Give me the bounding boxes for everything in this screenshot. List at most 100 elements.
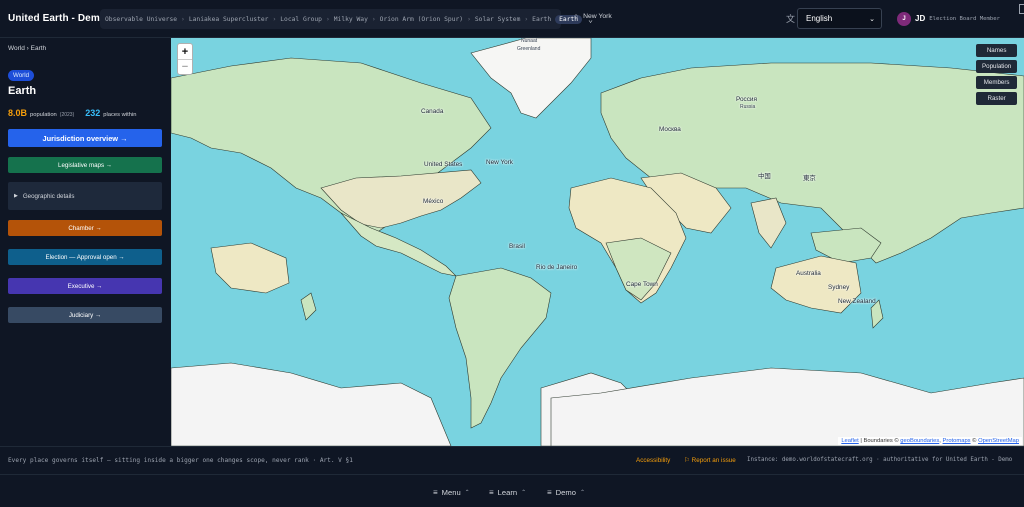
zoom-control: + − (177, 43, 193, 75)
geographic-details-label: Geographic details (22, 192, 75, 200)
jurisdiction-title: Earth (8, 85, 37, 97)
accessibility-link[interactable]: Accessibility (636, 457, 670, 464)
population-label: population (30, 112, 57, 118)
india-region (750, 197, 787, 249)
chevron-down-icon: ⌄ (869, 15, 875, 23)
places-value: 232 (85, 108, 101, 118)
layer-buttons: Names Population Members Raster (976, 44, 1018, 105)
avatar: J (897, 11, 911, 26)
map-label-united-states: United States (424, 161, 463, 168)
map-label-greenland: Greenland (517, 46, 541, 52)
app-title[interactable]: United Earth - Demo (8, 13, 106, 24)
map-label-brasil: Brasil (509, 243, 525, 250)
user-initials: JD (915, 14, 926, 23)
sidebar: World › Earth World Earth 8.0B populatio… (0, 38, 171, 446)
map-label-mexico: México (423, 198, 444, 205)
legislative-maps-button[interactable]: Legislative maps → (8, 157, 162, 173)
judiciary-button[interactable]: Judiciary → (8, 307, 162, 323)
places-label: places within (103, 112, 137, 118)
map-label-china: 中国 (758, 173, 771, 180)
breadcrumb: Observable Universe › Laniakea Superclust… (100, 9, 593, 29)
breadcrumb-separator: › (325, 15, 330, 23)
home-icon: ⌂ (574, 13, 579, 20)
breadcrumb-separator: › (524, 15, 529, 23)
chevron-up-icon: ⌃ (464, 490, 470, 496)
breadcrumb-item[interactable]: Observable Universe (105, 16, 177, 23)
learn-label: Learn (497, 488, 518, 497)
layer-names-button[interactable]: Names (976, 44, 1018, 57)
user-role: Election Board Member (929, 15, 1000, 22)
australia-west-landmass (210, 242, 290, 294)
sidebar-breadcrumb[interactable]: World › Earth (8, 45, 46, 52)
geographic-details-toggle[interactable]: ▶ Geographic details (8, 182, 162, 210)
learn-button[interactable]: ≡ Learn ⌃ (489, 488, 526, 497)
zoom-out-button[interactable]: − (178, 59, 192, 74)
breadcrumb-separator: › (371, 15, 376, 23)
breadcrumb-item[interactable]: Laniakea Supercluster (189, 16, 269, 23)
world-map[interactable]: Nunaat Greenland Canada United States Ne… (171, 38, 1024, 446)
map-label-rio: Rio de Janeiro (536, 264, 578, 271)
menu-button[interactable]: ≡ Menu ⌃ (433, 488, 470, 497)
report-issue-link[interactable]: ⚐ Report an issue (684, 457, 736, 464)
top-bar: United Earth - Demo Observable Universe ›… (0, 0, 1024, 38)
protomaps-link[interactable]: Protomaps (943, 438, 971, 444)
breadcrumb-separator: › (181, 15, 185, 23)
jurisdiction-overview-button[interactable]: Jurisdiction overview → (8, 129, 162, 147)
map-label-australia: Australia (796, 270, 821, 277)
antarctica-east-landmass (550, 367, 1024, 446)
menu-label: Menu (441, 488, 461, 497)
election-button[interactable]: Election — Approval open → (8, 249, 162, 265)
population-year: (2023) (59, 112, 75, 118)
antarctica-landmass (171, 362, 452, 446)
boundaries-text: | Boundaries © (860, 438, 899, 444)
language-select[interactable]: English ⌄ (797, 8, 882, 29)
level-badge: World (8, 70, 35, 81)
breadcrumb-item[interactable]: Earth (532, 16, 551, 23)
instance-info: Instance: demo.worldofstatecraft.org · a… (747, 457, 1013, 463)
breadcrumb-item[interactable]: Orion Arm (Orion Spur) (380, 16, 463, 23)
map-label-nz: New Zealand (838, 298, 876, 305)
leaflet-link[interactable]: Leaflet (841, 438, 858, 444)
user-menu[interactable]: J JD Election Board Member (897, 9, 1009, 28)
flag-icon: ⚐ (684, 457, 690, 464)
executive-button[interactable]: Executive → (8, 278, 162, 294)
disclosure-triangle-icon: ▶ (14, 193, 18, 199)
language-value: English (806, 14, 833, 23)
chevron-up-icon: ⌃ (521, 490, 527, 496)
layer-population-button[interactable]: Population (976, 60, 1018, 73)
footer-motto: Every place governs itself — sitting ins… (8, 457, 353, 464)
map-label-canada: Canada (421, 108, 444, 115)
jurisdiction-stats: 8.0B population (2023) 232 places within (8, 108, 136, 118)
hamburger-icon: ≡ (433, 488, 438, 497)
map-label-rossiya: Россия (736, 96, 757, 103)
map-label-moscow: Москва (659, 126, 681, 133)
layer-members-button[interactable]: Members (976, 76, 1018, 89)
breadcrumb-item[interactable]: Milky Way (334, 16, 368, 23)
map-label-russia: Russia (740, 104, 756, 110)
demo-label: Demo (555, 488, 576, 497)
translate-icon: 文 (786, 14, 796, 24)
breadcrumb-separator: › (272, 15, 277, 23)
osm-link[interactable]: OpenStreetMap (978, 438, 1019, 444)
breadcrumb-item[interactable]: Local Group (280, 16, 322, 23)
new-zealand-west-landmass (300, 292, 317, 321)
footer: Every place governs itself — sitting ins… (0, 446, 1024, 474)
map-label-sydney: Sydney (828, 284, 850, 291)
map-label-tokyo: 東京 (803, 175, 816, 182)
map-attribution: Leaflet | Boundaries © geoBoundaries, Pr… (838, 437, 1022, 445)
bottom-nav: ≡ Menu ⌃ ≡ Learn ⌃ ≡ Demo ⌃ (0, 474, 1024, 507)
chamber-button[interactable]: Chamber → (8, 220, 162, 236)
zoom-in-button[interactable]: + (178, 44, 192, 59)
home-location-label: New York (583, 13, 612, 20)
panel-toggle-icon[interactable] (1019, 4, 1024, 14)
map-tiles (171, 38, 1024, 446)
report-issue-label: Report an issue (691, 457, 736, 464)
map-label-new-york: New York (486, 159, 513, 166)
demo-button[interactable]: ≡ Demo ⌃ (547, 488, 585, 497)
breadcrumb-separator: › (467, 15, 471, 23)
geoboundaries-link[interactable]: geoBoundaries (900, 438, 939, 444)
breadcrumb-item[interactable]: Solar System (475, 16, 521, 23)
map-label-cape-town: Cape Town (626, 281, 658, 288)
layer-raster-button[interactable]: Raster (976, 92, 1018, 105)
home-location-link[interactable]: ⌂ New York (574, 13, 612, 20)
